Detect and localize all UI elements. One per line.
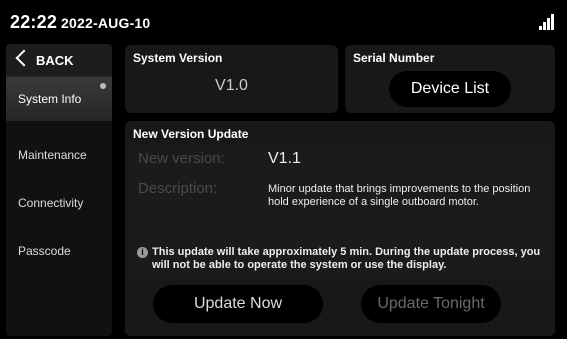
sidebar: BACK System Info Maintenance Connectivit…: [6, 44, 112, 336]
sidebar-item-label: System Info: [18, 92, 82, 106]
clock-date: 2022-AUG-10: [61, 15, 151, 31]
update-tonight-button[interactable]: Update Tonight: [361, 285, 501, 323]
info-icon: i: [137, 247, 148, 258]
description-value: Minor update that brings improvements to…: [268, 183, 531, 208]
signal-bars-icon: [539, 14, 555, 30]
description-label: Description:: [138, 180, 218, 197]
back-label: BACK: [36, 53, 74, 68]
new-version-value: V1.1: [268, 150, 301, 167]
update-panel: New Version Update New version: V1.1 Des…: [125, 121, 555, 336]
update-details: New version: V1.1 Description: Minor upd…: [129, 145, 551, 279]
sidebar-item-connectivity[interactable]: Connectivity: [6, 181, 112, 225]
sidebar-item-label: Connectivity: [18, 196, 84, 210]
device-list-button[interactable]: Device List: [389, 71, 511, 107]
status-bar: 22:22 2022-AUG-10: [0, 0, 567, 42]
new-version-label: New version:: [138, 150, 225, 167]
serial-number-panel: Serial Number Device List: [345, 45, 555, 113]
chevron-left-icon: [15, 49, 33, 67]
system-version-panel: System Version V1.0: [125, 45, 338, 113]
update-title: New Version Update: [133, 127, 249, 141]
sidebar-item-label: Maintenance: [18, 148, 87, 162]
system-version-value: V1.0: [215, 77, 248, 94]
active-indicator-dot: [100, 83, 106, 89]
sidebar-item-maintenance[interactable]: Maintenance: [6, 133, 112, 177]
system-version-title: System Version: [133, 51, 223, 65]
sidebar-item-system-info[interactable]: System Info: [6, 77, 112, 121]
update-now-button[interactable]: Update Now: [153, 285, 323, 323]
clock-time: 22:22: [10, 12, 58, 32]
back-button[interactable]: BACK: [6, 44, 112, 77]
update-notice-text: This update will take approximately 5 mi…: [152, 246, 541, 271]
clock: 22:22 2022-AUG-10: [10, 12, 150, 33]
serial-number-title: Serial Number: [353, 51, 435, 65]
sidebar-item-label: Passcode: [18, 244, 71, 258]
sidebar-item-passcode[interactable]: Passcode: [6, 229, 112, 273]
